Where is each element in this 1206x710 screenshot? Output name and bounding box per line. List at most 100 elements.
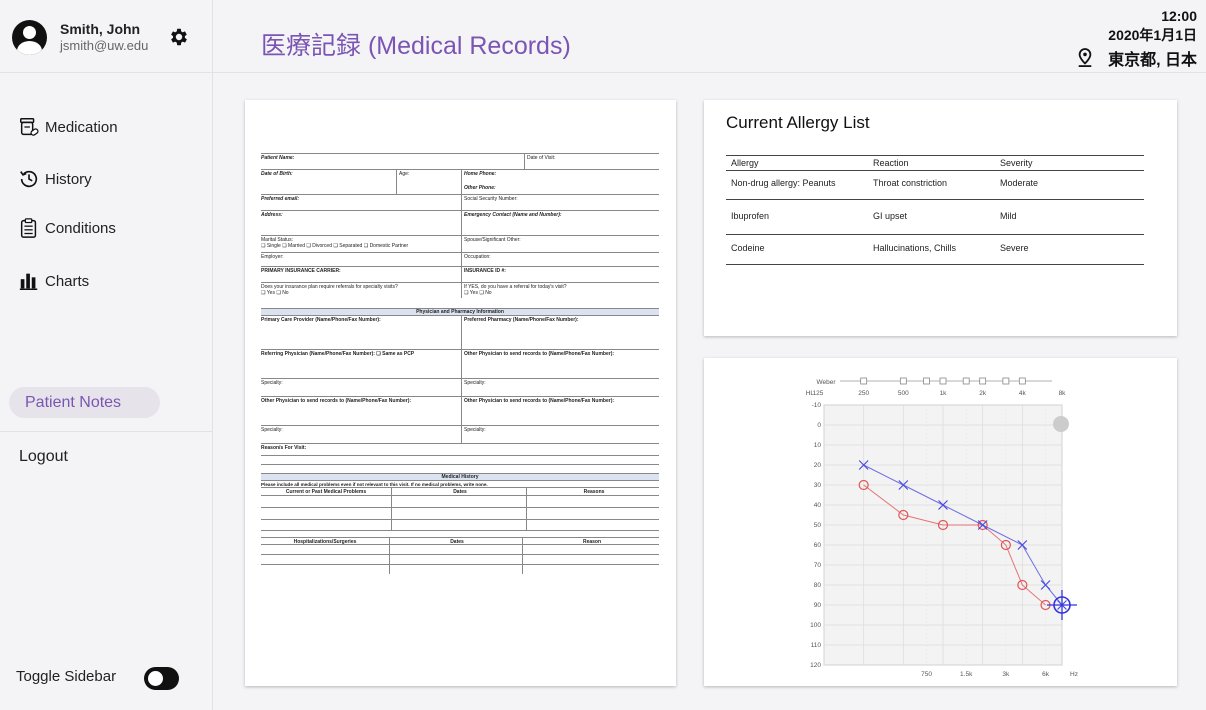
- audiogram-chart: -10 0 10 20 30 40 50 60 70 80 90 100 110 120 125 250 500…: [806, 377, 1078, 678]
- table-row: Codeine Hallucinations, Chills Severe: [726, 235, 1144, 265]
- y-tick-label: 80: [814, 582, 822, 589]
- form-label: Marital Status: ❑ Single ❑ Married ❑ Div…: [261, 236, 461, 252]
- x-tick-label-bottom: 1.5k: [960, 671, 973, 678]
- form-label: ❑ Yes ❑ No: [261, 290, 289, 296]
- y-tick-label: 100: [810, 622, 821, 629]
- y-tick-label: 30: [814, 482, 822, 489]
- table-cell: Non-drug allergy: Peanuts: [731, 178, 836, 188]
- form-label: Date of Visit:: [524, 154, 659, 169]
- y-tick-label: -10: [812, 402, 822, 409]
- form-label: Referring Physician (Name/Phone/Fax Numb…: [261, 351, 415, 357]
- weber-marker: [1018, 377, 1026, 385]
- sidebar-item-conditions[interactable]: Conditions: [18, 215, 116, 241]
- avatar[interactable]: [12, 20, 47, 55]
- table-header-row: Allergy Reaction Severity: [726, 156, 1144, 171]
- form-label: Current or Past Medical Problems: [285, 489, 367, 495]
- toggle-sidebar-switch[interactable]: [144, 667, 179, 690]
- form-label: Employer:: [261, 254, 284, 260]
- x-tick-label-bottom: 750: [921, 671, 932, 678]
- y-tick-label: 110: [811, 642, 822, 649]
- patient-form-card: Patient Name: Date of Visit: Date of Bir…: [245, 100, 676, 686]
- form-label: Specialty:: [261, 380, 283, 386]
- y-tick-label: 40: [814, 502, 822, 509]
- sidebar-item-label: History: [45, 170, 92, 188]
- weber-marker: [899, 377, 907, 385]
- form-label: Other Physician to send records to (Name…: [261, 398, 412, 404]
- form-label: Date of Birth:: [261, 171, 293, 177]
- y-axis-label: HL: [806, 390, 815, 397]
- divider: [0, 431, 212, 432]
- form-label: Preferred email:: [261, 196, 300, 202]
- weber-marker: [962, 377, 970, 385]
- allergy-table: Allergy Reaction Severity Non-drug aller…: [726, 155, 1144, 265]
- medication-icon: [20, 118, 39, 136]
- y-tick-label: 10: [814, 442, 822, 449]
- form-label: Specialty:: [461, 379, 659, 396]
- table-cell: Mild: [1000, 211, 1017, 221]
- sidebar-item-label: Charts: [45, 272, 90, 290]
- form-label: Emergency Contact (Name and Number):: [461, 211, 659, 235]
- table-cell: Codeine: [731, 242, 765, 253]
- form-label: Other Phone:: [464, 185, 496, 191]
- form-label: Does your insurance plan require referra…: [261, 283, 461, 298]
- form-label: INSURANCE ID #:: [461, 267, 659, 282]
- sidebar-item-charts[interactable]: Charts: [18, 268, 89, 294]
- user-panel: Smith, John jsmith@uw.edu: [0, 0, 212, 73]
- date: 2020年1月1日: [1108, 27, 1197, 43]
- location-text: 東京都, 日本: [1108, 52, 1197, 69]
- form-label: Spouse/Significant Other:: [461, 236, 659, 252]
- form-label: Dates: [391, 488, 526, 495]
- y-tick-label: 20: [814, 462, 822, 469]
- table-cell: Ibuprofen: [731, 211, 770, 221]
- patient-notes-button[interactable]: Patient Notes: [9, 387, 160, 418]
- y-tick-label: 120: [810, 662, 821, 669]
- form-label: Occupation:: [461, 253, 659, 266]
- form-label: Other Physician to send records to (Name…: [461, 397, 659, 425]
- allergy-card: Current Allergy List Allergy Reaction Se…: [704, 100, 1177, 336]
- x-tick-label-top: 8k: [1059, 390, 1067, 397]
- form-label: Reason/s For Visit:: [261, 445, 307, 451]
- weber-marker: [923, 377, 930, 385]
- column-header: Severity: [1000, 158, 1033, 168]
- column-header: Allergy: [731, 158, 759, 168]
- page-title: 医療記録 (Medical Records): [261, 32, 571, 60]
- y-tick-label: 90: [814, 602, 822, 609]
- weber-marker: [1002, 377, 1010, 385]
- form-label: Social Security Number:: [461, 195, 659, 210]
- table-cell: Throat constriction: [873, 178, 948, 188]
- section-header: Medical History: [261, 473, 659, 480]
- audiogram-card: -10 0 10 20 30 40 50 60 70 80 90 100 110 120 125 250 500…: [704, 358, 1177, 686]
- form-label: Specialty:: [461, 426, 659, 443]
- x-tick-label-top: 500: [898, 390, 909, 397]
- user-name: Smith, John: [60, 21, 141, 37]
- user-email: jsmith@uw.edu: [60, 38, 149, 53]
- sidebar: Smith, John jsmith@uw.edu Medication His…: [0, 0, 213, 710]
- sidebar-item-medication[interactable]: Medication: [18, 114, 118, 140]
- y-tick-label: 0: [817, 422, 821, 429]
- weber-marker: [979, 377, 987, 385]
- gear-icon[interactable]: [168, 26, 190, 48]
- table-cell: Hallucinations, Chills: [873, 242, 957, 253]
- toggle-sidebar-label: Toggle Sidebar: [16, 668, 117, 685]
- table-cell: Severe: [1000, 242, 1029, 253]
- location-pin-icon: [1078, 48, 1092, 67]
- form-label: Patient Name:: [261, 155, 295, 161]
- x-tick-label-bottom: 3k: [1002, 671, 1010, 678]
- sidebar-item-label: Conditions: [45, 219, 116, 237]
- table-row: Ibuprofen GI upset Mild: [726, 200, 1144, 235]
- clock: 12:00: [1161, 8, 1197, 24]
- form-label: Address:: [261, 212, 283, 218]
- form-label: PRIMARY INSURANCE CARRIER:: [261, 268, 341, 274]
- form-label: If YES, do you have a referral for today…: [461, 283, 659, 298]
- logout-button[interactable]: Logout: [19, 448, 68, 466]
- history-icon: [20, 170, 38, 188]
- form-label: Home Phone:: [464, 171, 497, 177]
- allergy-title: Current Allergy List: [726, 113, 870, 132]
- x-tick-label-top: 2k: [979, 390, 987, 397]
- column-header: Reaction: [873, 158, 909, 168]
- section-header: Physician and Pharmacy Information: [261, 308, 659, 315]
- form-label: Primary Care Provider (Name/Phone/Fax Nu…: [261, 317, 381, 323]
- sidebar-item-history[interactable]: History: [18, 166, 92, 192]
- x-tick-label-top: 250: [858, 390, 869, 397]
- form-label: Age:: [396, 170, 461, 194]
